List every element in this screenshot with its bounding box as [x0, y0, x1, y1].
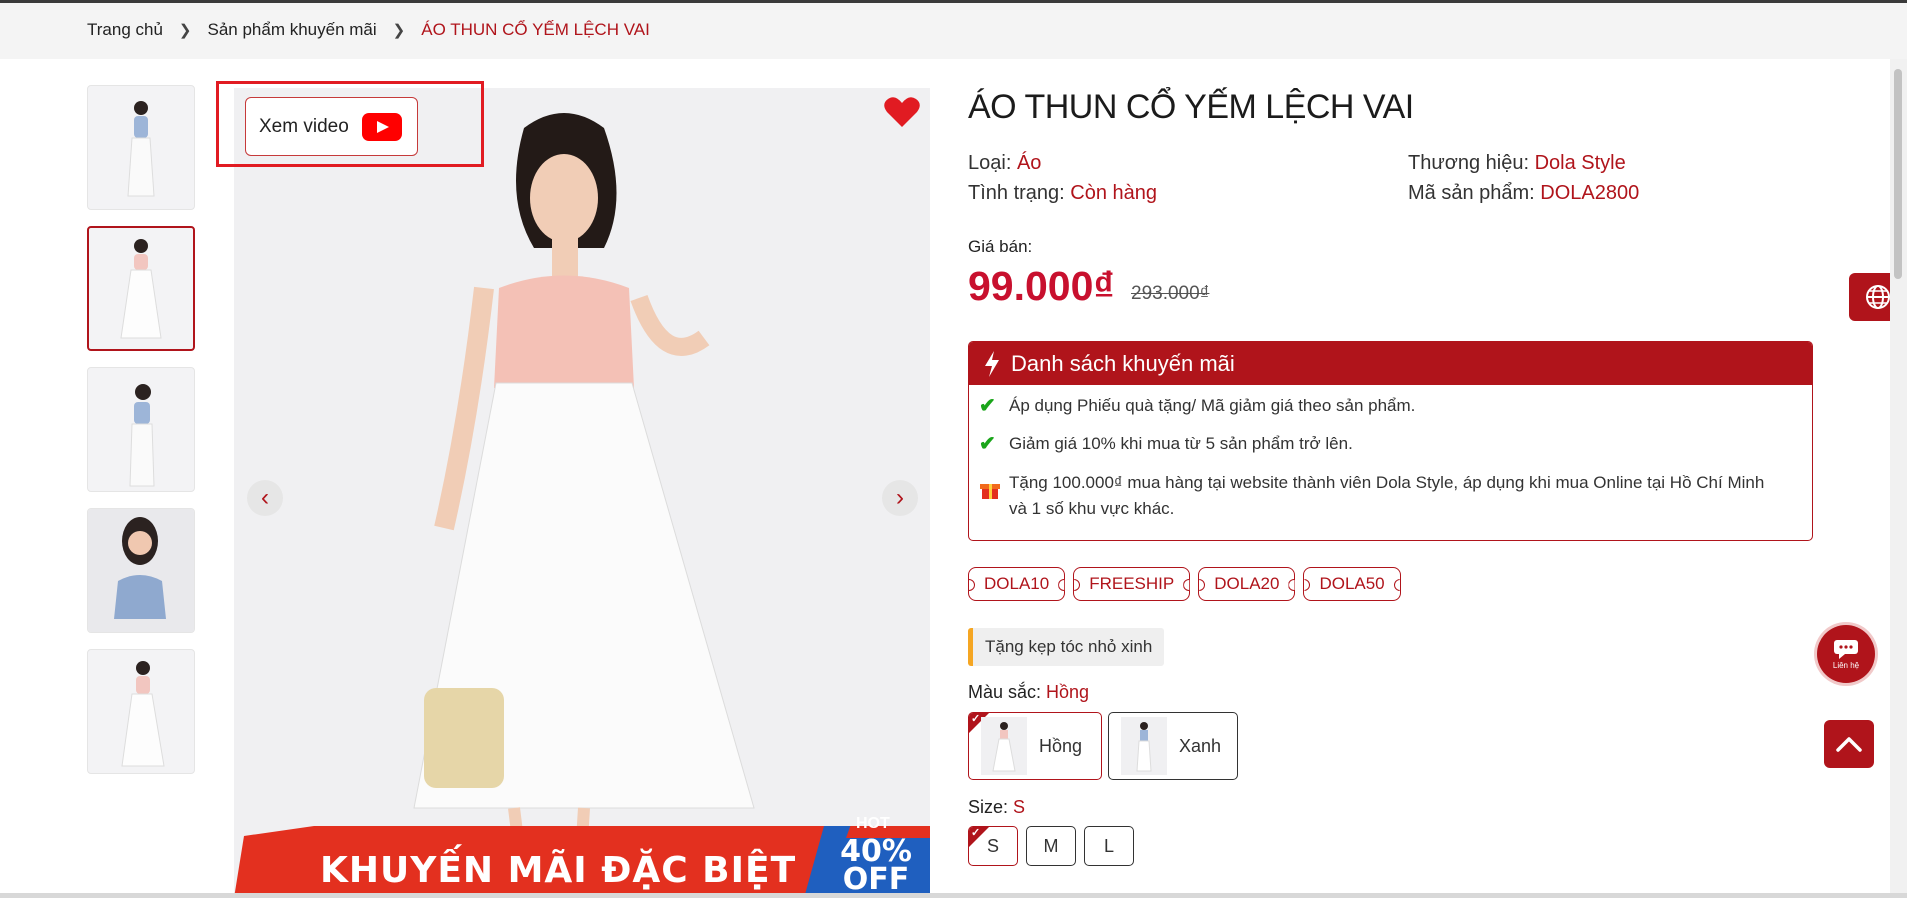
promo-off-label: 40% OFF — [826, 837, 926, 897]
thumbnail-1[interactable] — [87, 85, 195, 210]
globe-icon — [1866, 285, 1890, 309]
promotion-list: Danh sách khuyến mãi ✔ Áp dụng Phiếu quà… — [968, 341, 1813, 541]
watch-video-label: Xem video — [259, 115, 349, 137]
size-option-label: M — [1043, 835, 1059, 856]
original-price: 293.000₫ — [1131, 283, 1210, 304]
chat-icon — [1834, 639, 1858, 659]
scroll-top-button[interactable] — [1824, 720, 1874, 768]
color-option-label: Hồng — [1039, 735, 1083, 756]
color-option-hong[interactable]: ✓ Hồng — [968, 712, 1102, 780]
coupon-code[interactable]: FREESHIP — [1073, 567, 1191, 601]
color-option-xanh[interactable]: Xanh — [1108, 712, 1238, 780]
promotion-title: Danh sách khuyến mãi — [1011, 350, 1235, 376]
thumbnail-list — [87, 85, 195, 790]
breadcrumb-current: ÁO THUN CỔ YẾM LỆCH VAI — [421, 20, 650, 39]
coupon-code[interactable]: DOLA20 — [1198, 567, 1296, 601]
check-icon: ✔ — [979, 433, 996, 455]
size-selected: S — [1013, 797, 1026, 817]
sale-price: 99.000₫ — [968, 263, 1115, 309]
color-option-image — [1121, 717, 1167, 775]
product-status: Tình trạng: Còn hàng — [968, 182, 1157, 205]
page-scrollbar[interactable] — [1890, 59, 1907, 898]
color-option-image — [981, 717, 1027, 775]
thumbnail-4[interactable] — [87, 508, 195, 633]
gift-icon — [979, 470, 1009, 522]
youtube-icon — [361, 112, 402, 141]
color-option-label: Xanh — [1179, 735, 1222, 756]
promotion-item: ✔ Áp dụng Phiếu quà tặng/ Mã giảm giá th… — [979, 393, 1415, 419]
promo-off-text: OFF — [842, 862, 910, 897]
promotion-item: Tặng 100.000₫ mua hàng tại website thành… — [979, 470, 1764, 522]
contact-button[interactable]: Liên hệ — [1817, 625, 1875, 683]
product-type: Loại: Áo — [968, 152, 1041, 175]
size-label: Size: S — [968, 797, 1025, 818]
product-status-label: Tình trạng: — [968, 182, 1071, 204]
heart-icon[interactable] — [884, 96, 920, 128]
product-title: ÁO THUN CỔ YẾM LỆCH VAI — [968, 88, 1414, 126]
promotion-text-line-1: Tặng 100.000₫ mua hàng tại website thành… — [1009, 473, 1765, 492]
breadcrumb-bar: Trang chủ ❯ Sản phẩm khuyến mãi ❯ ÁO THU… — [0, 3, 1907, 59]
product-type-label: Loại: — [968, 152, 1017, 174]
check-icon: ✔ — [979, 395, 996, 417]
promotion-item: ✔ Giảm giá 10% khi mua từ 5 sản phẩm trở… — [979, 431, 1353, 457]
thumbnail-2[interactable] — [87, 226, 195, 351]
color-selected: Hồng — [1046, 682, 1090, 702]
promo-banner-text: KHUYẾN MÃI ĐẶC BIỆT — [320, 850, 797, 891]
arrow-left-icon[interactable]: ‹ — [247, 480, 283, 516]
arrow-up-icon — [1836, 737, 1862, 752]
promotion-header: Danh sách khuyến mãi — [969, 342, 1812, 385]
bolt-icon — [985, 350, 999, 377]
size-option-m[interactable]: M — [1026, 826, 1076, 866]
product-brand-label: Thương hiệu: — [1408, 152, 1535, 174]
main-product-image[interactable] — [234, 88, 930, 898]
color-label-text: Màu sắc: — [968, 682, 1047, 702]
coupon-list: DOLA10 FREESHIP DOLA20 DOLA50 — [968, 567, 1409, 601]
product-sku-label: Mã sản phẩm: — [1408, 182, 1541, 204]
selected-check-icon: ✓ — [969, 827, 989, 847]
chevron-right-icon: ❯ — [178, 22, 192, 39]
size-option-l[interactable]: L — [1084, 826, 1134, 866]
promotion-text-line-2: và 1 số khu vực khác. — [1009, 499, 1175, 518]
product-type-value[interactable]: Áo — [1017, 152, 1041, 174]
product-brand-value[interactable]: Dola Style — [1535, 152, 1626, 174]
size-label-text: Size: — [968, 797, 1014, 817]
coupon-code[interactable]: DOLA50 — [1303, 567, 1401, 601]
arrow-right-icon[interactable]: › — [882, 480, 918, 516]
gift-note: Tặng kẹp tóc nhỏ xinh — [968, 628, 1165, 666]
product-sku: Mã sản phẩm: DOLA2800 — [1408, 182, 1639, 205]
thumbnail-3[interactable] — [87, 367, 195, 492]
breadcrumb-category[interactable]: Sản phẩm khuyến mãi — [208, 20, 377, 40]
coupon-code[interactable]: DOLA10 — [968, 567, 1066, 601]
contact-label: Liên hệ — [1832, 660, 1860, 670]
product-status-value: Còn hàng — [1070, 182, 1158, 204]
page-bottom-edge — [0, 893, 1907, 898]
chevron-right-icon: ❯ — [392, 22, 406, 39]
product-brand: Thương hiệu: Dola Style — [1408, 152, 1626, 175]
color-label: Màu sắc: Hồng — [968, 682, 1089, 703]
product-sku-value: DOLA2800 — [1540, 182, 1640, 204]
promotion-text: Giảm giá 10% khi mua từ 5 sản phẩm trở l… — [1009, 434, 1353, 453]
breadcrumb: Trang chủ ❯ Sản phẩm khuyến mãi ❯ ÁO THU… — [87, 20, 650, 40]
promotion-text: Áp dụng Phiếu quà tặng/ Mã giảm giá theo… — [1009, 396, 1416, 415]
price-label: Giá bán: — [968, 237, 1033, 256]
size-option-label: L — [1103, 835, 1114, 856]
watch-video-button[interactable]: Xem video — [245, 97, 418, 156]
promotion-text: Tặng 100.000₫ mua hàng tại website thành… — [1009, 470, 1764, 522]
thumbnail-5[interactable] — [87, 649, 195, 774]
promo-hot-label: HOT — [856, 815, 890, 832]
scrollbar-thumb[interactable] — [1894, 69, 1902, 279]
size-option-s[interactable]: ✓ S — [968, 826, 1018, 866]
breadcrumb-home[interactable]: Trang chủ — [87, 20, 163, 40]
